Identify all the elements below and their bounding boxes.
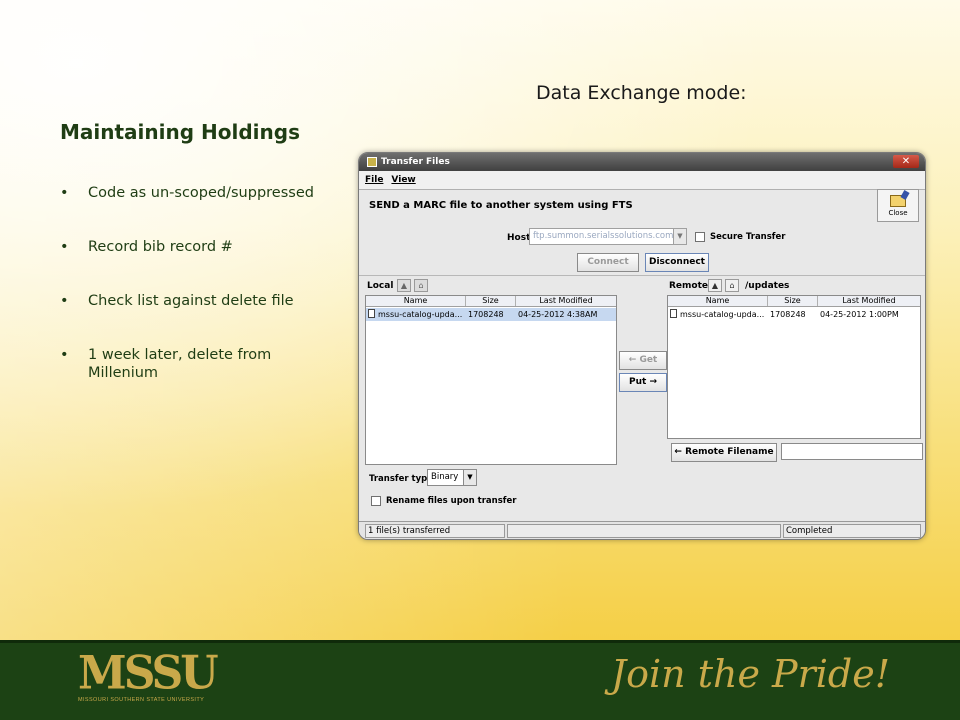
- local-file-table[interactable]: Name Size Last Modified mssu-catalog-upd…: [365, 295, 617, 465]
- status-completed: Completed: [783, 524, 921, 538]
- bullet-item: Code as un-scoped/suppressed: [60, 184, 340, 202]
- connect-button[interactable]: Connect: [577, 253, 639, 272]
- secure-transfer-option[interactable]: Secure Transfer: [695, 232, 785, 242]
- secure-transfer-checkbox[interactable]: [695, 232, 705, 242]
- close-button-label: Close: [888, 208, 908, 217]
- menu-file[interactable]: File: [365, 175, 383, 185]
- table-header: Name Size Last Modified: [366, 296, 616, 307]
- secure-transfer-label: Secure Transfer: [710, 232, 786, 242]
- column-header-modified[interactable]: Last Modified: [818, 296, 920, 306]
- status-bar: 1 file(s) transferred Completed: [359, 521, 925, 539]
- app-icon: [367, 157, 377, 167]
- host-combobox[interactable]: ftp.summon.serialssolutions.com ▼: [529, 228, 687, 245]
- remote-filename-field[interactable]: [781, 443, 923, 460]
- rename-files-label: Rename files upon transfer: [386, 496, 517, 506]
- divider: [359, 275, 925, 276]
- menu-bar: File View: [359, 171, 925, 189]
- bullet-item: 1 week later, delete from Millenium: [60, 346, 340, 382]
- column-header-modified[interactable]: Last Modified: [516, 296, 616, 306]
- remote-filename-button[interactable]: ← Remote Filename: [671, 443, 777, 462]
- home-icon[interactable]: ⌂: [725, 279, 739, 292]
- chevron-down-icon[interactable]: ▼: [463, 470, 476, 485]
- file-size-cell: 1708248: [770, 310, 806, 319]
- column-header-size[interactable]: Size: [466, 296, 516, 306]
- disconnect-button[interactable]: Disconnect: [645, 253, 709, 272]
- get-button[interactable]: ← Get: [619, 351, 667, 370]
- column-header-size[interactable]: Size: [768, 296, 818, 306]
- remote-file-table[interactable]: Name Size Last Modified mssu-catalog-upd…: [667, 295, 921, 439]
- file-modified-cell: 04-25-2012 1:00PM: [820, 310, 899, 319]
- remote-pane-label: Remote: [669, 281, 709, 291]
- table-row[interactable]: mssu-catalog-upda... 1708248 04-25-2012 …: [668, 308, 920, 321]
- window-titlebar[interactable]: Transfer Files ✕: [359, 153, 925, 171]
- folder-exit-icon: [890, 194, 906, 207]
- local-pane-label: Local: [367, 281, 394, 291]
- slide-title: Maintaining Holdings: [60, 120, 300, 144]
- file-icon: [368, 309, 375, 318]
- put-button[interactable]: Put →: [619, 373, 667, 392]
- upload-folder-icon[interactable]: ▲: [397, 279, 411, 292]
- menu-view[interactable]: View: [391, 175, 415, 185]
- chevron-down-icon[interactable]: ▼: [673, 229, 686, 244]
- file-size-cell: 1708248: [468, 310, 504, 319]
- table-header: Name Size Last Modified: [668, 296, 920, 307]
- close-button[interactable]: Close: [877, 189, 919, 222]
- window-title: Transfer Files: [381, 157, 450, 167]
- bullet-item: Check list against delete file: [60, 292, 340, 310]
- window-close-icon[interactable]: ✕: [893, 155, 919, 168]
- transfer-type-value: Binary: [431, 472, 459, 482]
- remote-path: /updates: [745, 281, 790, 291]
- upload-folder-icon[interactable]: ▲: [708, 279, 722, 292]
- logo-wordmark: MSSU: [78, 646, 219, 701]
- bullet-item: Record bib record #: [60, 238, 340, 256]
- rename-files-option[interactable]: Rename files upon transfer: [371, 496, 516, 506]
- table-row[interactable]: mssu-catalog-upda... 1708248 04-25-2012 …: [366, 308, 616, 321]
- file-name-cell: mssu-catalog-upda...: [668, 308, 768, 321]
- dialog-heading: SEND a MARC file to another system using…: [369, 200, 633, 211]
- file-modified-cell: 04-25-2012 4:38AM: [518, 310, 598, 319]
- transfer-type-select[interactable]: Binary ▼: [427, 469, 477, 486]
- mssu-logo: MSSU MISSOURI SOUTHERN STATE UNIVERSITY: [78, 646, 219, 703]
- status-progress: [507, 524, 781, 538]
- transfer-files-window: Transfer Files ✕ File View SEND a MARC f…: [358, 152, 926, 540]
- column-header-name[interactable]: Name: [366, 296, 466, 306]
- file-icon: [670, 309, 677, 318]
- status-transferred: 1 file(s) transferred: [365, 524, 505, 538]
- divider: [359, 189, 925, 190]
- host-value: ftp.summon.serialssolutions.com: [533, 231, 674, 241]
- file-name-cell: mssu-catalog-upda...: [366, 308, 466, 321]
- bullet-list: Code as un-scoped/suppressed Record bib …: [60, 184, 340, 418]
- column-header-name[interactable]: Name: [668, 296, 768, 306]
- rename-files-checkbox[interactable]: [371, 496, 381, 506]
- footer-tagline: Join the Pride!: [610, 652, 890, 696]
- home-icon[interactable]: ⌂: [414, 279, 428, 292]
- slide-subtitle: Data Exchange mode:: [536, 82, 747, 104]
- host-label: Host: [507, 233, 531, 243]
